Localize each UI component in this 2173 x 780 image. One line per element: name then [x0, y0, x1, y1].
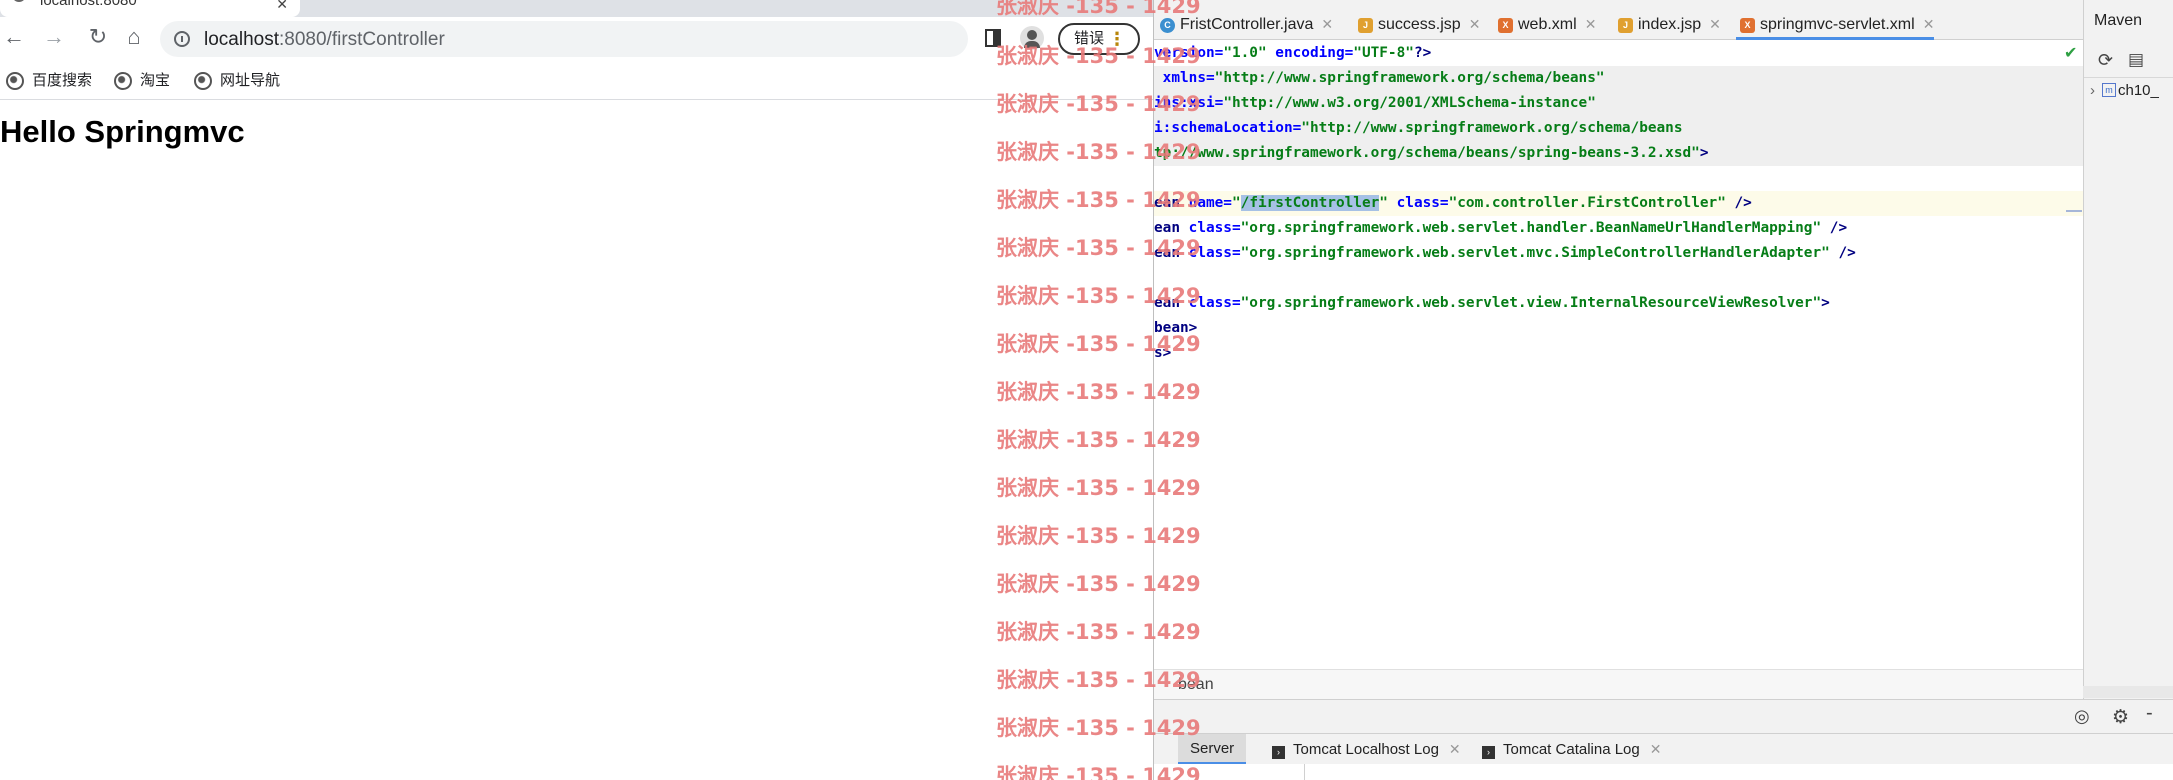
- close-icon[interactable]: ✕: [1321, 16, 1333, 32]
- editor-tab-label: success.jsp: [1378, 16, 1461, 33]
- bookmark-label: 淘宝: [140, 72, 171, 89]
- code-line-current: ean name="/firstController" class="com.c…: [1154, 191, 2083, 216]
- back-arrow-icon[interactable]: ←: [0, 23, 28, 51]
- editor-tab-label: FristController.java: [1180, 16, 1314, 33]
- browser-tab-strip: localhost:8080 ✕: [0, 0, 1153, 17]
- close-icon[interactable]: ✕: [1923, 16, 1935, 32]
- editor-tab[interactable]: Xweb.xml ✕: [1494, 0, 1596, 40]
- maven-panel: Maven ⟳ ▤ › m ch10_: [2083, 0, 2173, 699]
- editor-tabs: C FristController.java ✕ Jsuccess.jsp ✕ Xwe…: [1154, 0, 2083, 40]
- code-line: version="1.0" encoding="UTF-8"?>: [1154, 45, 1432, 61]
- xml-file-icon: X: [1740, 18, 1755, 33]
- globe-icon: [12, 0, 26, 2]
- horizontal-scrollbar[interactable]: [2083, 686, 2173, 698]
- code-line: tp://www.springframework.org/schema/bean…: [1154, 141, 2083, 166]
- console-icon: ›: [1272, 746, 1285, 759]
- jsp-file-icon: J: [1618, 18, 1633, 33]
- globe-icon: [6, 72, 24, 90]
- run-tab-label: Tomcat Catalina Log: [1503, 741, 1640, 758]
- close-icon[interactable]: ✕: [1709, 16, 1721, 32]
- code-line: xmlns="http://www.springframework.org/sc…: [1154, 66, 2083, 91]
- editor-tab-label: springmvc-servlet.xml: [1760, 16, 1915, 33]
- forward-arrow-icon[interactable]: →: [40, 23, 68, 51]
- url-text[interactable]: localhost:8080/firstController: [204, 29, 445, 51]
- bookmark-item[interactable]: 百度搜索: [6, 71, 92, 91]
- tool-window-header: ◎ ⚙ -: [1154, 699, 2173, 734]
- close-icon[interactable]: ✕: [276, 0, 288, 13]
- globe-icon: [194, 72, 212, 90]
- editor-tab-active[interactable]: Xspringmvc-servlet.xml ✕: [1736, 0, 1935, 40]
- error-button[interactable]: 错误 ⋮: [1058, 23, 1140, 55]
- java-class-icon: C: [1160, 18, 1175, 33]
- more-menu-icon[interactable]: ⋮: [1108, 25, 1126, 53]
- code-editor[interactable]: ✔ version="1.0" encoding="UTF-8"?> xmlns…: [1154, 41, 2083, 669]
- editor-tab[interactable]: C FristController.java ✕: [1156, 0, 1333, 40]
- url-host: localhost: [204, 29, 279, 50]
- close-icon[interactable]: ✕: [1469, 16, 1481, 32]
- breadcrumb[interactable]: bean: [1154, 669, 2083, 699]
- browser-tab-title: localhost:8080: [40, 0, 137, 9]
- error-button-label: 错误: [1074, 30, 1105, 47]
- maven-project-item[interactable]: › m ch10_: [2084, 78, 2173, 104]
- code-line: ins:xsi="http://www.w3.org/2001/XMLSchem…: [1154, 91, 2083, 116]
- run-tabs: Server › Tomcat Localhost Log ✕ › Tomcat Ca…: [1154, 734, 2173, 764]
- code-line: ean class="org.springframework.web.servl…: [1154, 295, 1830, 311]
- ide-window: C FristController.java ✕ Jsuccess.jsp ✕ Xwe…: [1153, 0, 2173, 780]
- maven-title: Maven: [2094, 12, 2143, 29]
- run-tab-label: Tomcat Localhost Log: [1293, 741, 1439, 758]
- chevron-right-icon[interactable]: ›: [2090, 78, 2095, 104]
- tab-tomcat-localhost-log[interactable]: › Tomcat Localhost Log ✕: [1272, 734, 1461, 764]
- tab-tomcat-catalina-log[interactable]: › Tomcat Catalina Log ✕: [1482, 734, 1661, 764]
- code-line: i:schemaLocation="http://www.springframe…: [1154, 116, 2083, 141]
- code-line: ean class="org.springframework.web.servl…: [1154, 220, 1848, 236]
- divider: [1304, 764, 1305, 780]
- scroll-marker: [2066, 210, 2082, 212]
- close-icon[interactable]: ✕: [1449, 741, 1461, 757]
- editor-tab-label: index.jsp: [1638, 16, 1702, 33]
- reload-icon[interactable]: ↻: [84, 23, 112, 51]
- site-info-icon[interactable]: [174, 31, 190, 47]
- add-folder-icon[interactable]: ▤: [2128, 50, 2144, 70]
- target-icon[interactable]: ◎: [2074, 706, 2090, 727]
- maven-project-label: ch10_: [2118, 82, 2159, 99]
- xml-file-icon: X: [1498, 18, 1513, 33]
- console-icon: ›: [1482, 746, 1495, 759]
- run-panel: [1154, 764, 2173, 780]
- tab-server[interactable]: Server: [1178, 734, 1247, 764]
- gear-icon[interactable]: ⚙: [2112, 706, 2129, 729]
- side-panel-icon[interactable]: [985, 29, 1001, 47]
- editor-tab[interactable]: Jsuccess.jsp ✕: [1354, 0, 1480, 40]
- editor-tab-label: web.xml: [1518, 16, 1577, 33]
- code-line: s>: [1154, 345, 1172, 361]
- maven-module-icon: m: [2102, 83, 2116, 97]
- page-heading: Hello Springmvc: [0, 114, 245, 149]
- address-bar[interactable]: localhost:8080/firstController: [160, 21, 968, 57]
- refresh-icon[interactable]: ⟳: [2098, 50, 2113, 71]
- code-line: bean>: [1154, 320, 1198, 336]
- code-line: ean class="org.springframework.web.servl…: [1154, 245, 1856, 261]
- bookmark-item[interactable]: 网址导航: [194, 71, 280, 91]
- editor-tab[interactable]: Jindex.jsp ✕: [1614, 0, 1721, 40]
- bookmark-label: 网址导航: [220, 72, 281, 89]
- profile-icon[interactable]: [1020, 26, 1044, 50]
- globe-icon: [114, 72, 132, 90]
- minimize-icon[interactable]: -: [2146, 702, 2153, 725]
- run-tab-label: Server: [1190, 740, 1235, 757]
- bookmark-item[interactable]: 淘宝: [114, 71, 170, 91]
- bookmark-label: 百度搜索: [32, 72, 93, 89]
- jsp-file-icon: J: [1358, 18, 1373, 33]
- screen: localhost:8080 ✕ ← → ↻ ⌂ localhost:8080/…: [0, 0, 2173, 780]
- browser-toolbar: ← → ↻ ⌂ localhost:8080/firstController 错…: [0, 17, 1153, 61]
- close-icon[interactable]: ✕: [1650, 741, 1662, 757]
- bookmarks-bar: 百度搜索 淘宝 网址导航: [0, 63, 1153, 100]
- close-icon[interactable]: ✕: [1585, 16, 1597, 32]
- maven-toolbar: ⟳ ▤: [2084, 40, 2173, 78]
- browser-tab[interactable]: localhost:8080 ✕: [0, 0, 300, 17]
- home-icon[interactable]: ⌂: [120, 23, 148, 51]
- browser-window: localhost:8080 ✕ ← → ↻ ⌂ localhost:8080/…: [0, 0, 1153, 780]
- url-path: :8080/firstController: [279, 29, 445, 50]
- selected-text: /firstController: [1240, 195, 1380, 211]
